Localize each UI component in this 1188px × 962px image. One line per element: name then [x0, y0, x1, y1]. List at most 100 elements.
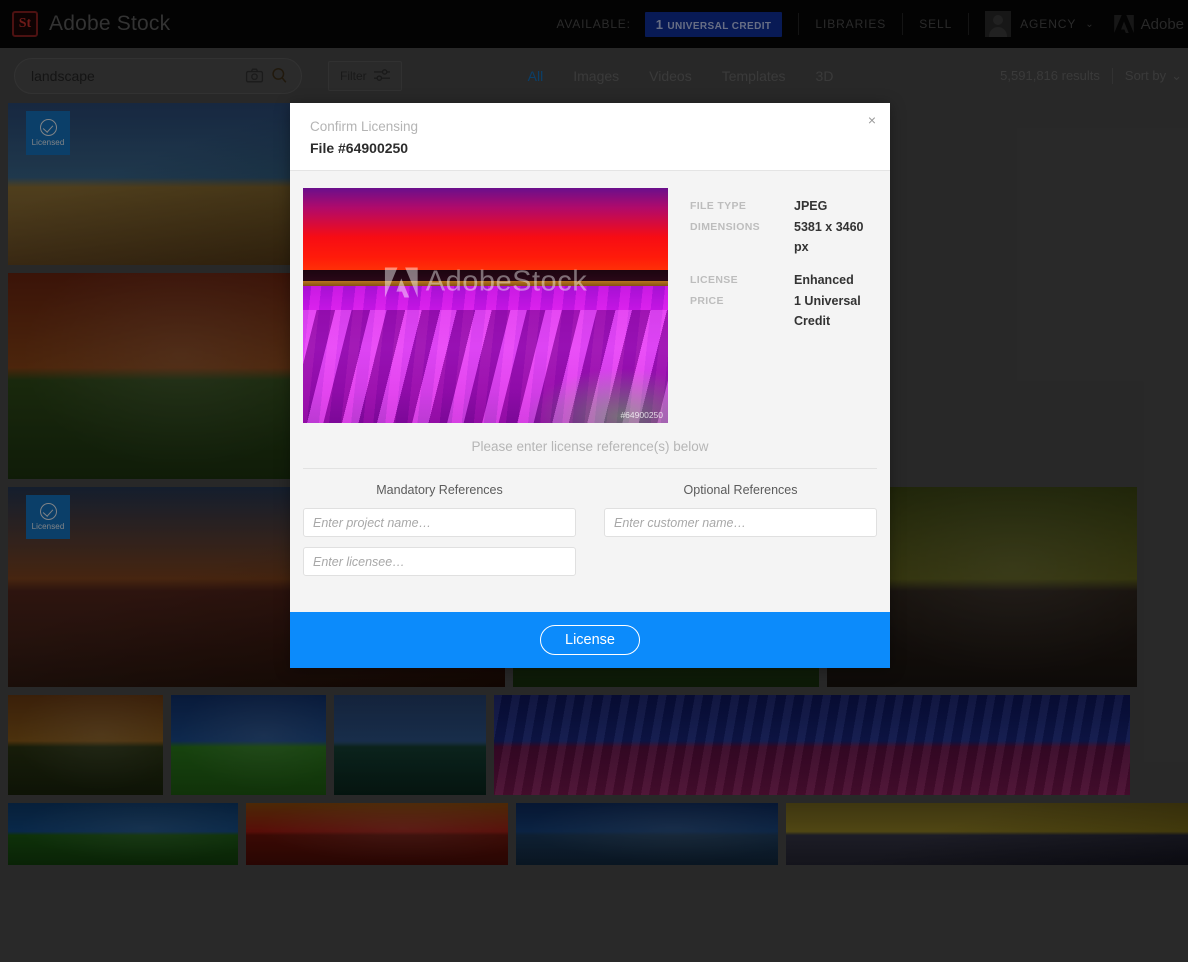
license-button[interactable]: License — [540, 625, 640, 655]
dialog-header: Confirm Licensing File #64900250 × — [290, 103, 890, 170]
results-count: 5,591,816 results — [1000, 68, 1100, 83]
available-label: AVAILABLE: — [556, 17, 631, 31]
metadata-value: JPEG — [794, 199, 828, 213]
search-input[interactable] — [31, 67, 239, 84]
adobe-wordmark: Adobe — [1140, 15, 1184, 33]
licensed-badge: Licensed — [26, 111, 70, 155]
mandatory-references-heading: Mandatory References — [376, 483, 503, 497]
brand-title: Adobe Stock — [49, 12, 171, 35]
metadata-spacer — [690, 258, 877, 270]
thumbnail-texture — [246, 803, 508, 865]
optional-references-column: Optional References — [604, 483, 877, 586]
preview-file-id: #64900250 — [620, 410, 663, 420]
metadata-row: FILE TYPE JPEG — [690, 196, 877, 216]
close-icon[interactable]: × — [861, 109, 883, 131]
content-type-tabs: All Images Videos Templates 3D — [528, 68, 834, 84]
metadata-value: 5381 x 3460 px — [794, 220, 864, 254]
tab-videos[interactable]: Videos — [649, 68, 692, 84]
account-menu[interactable]: AGENCY ⌄ — [985, 11, 1094, 37]
results-divider — [1111, 67, 1113, 84]
grid-thumbnail[interactable] — [334, 695, 486, 795]
grid-row — [0, 803, 1188, 865]
chevron-down-icon: ⌄ — [1171, 67, 1182, 83]
thumbnail-texture — [8, 273, 296, 479]
metadata-key: LICENSE — [690, 274, 738, 286]
camera-search-icon[interactable] — [245, 66, 264, 85]
chevron-down-icon: ⌄ — [1085, 18, 1094, 30]
results-summary: 5,591,816 results Sort by ⌄ — [1000, 67, 1188, 84]
licensed-badge: Licensed — [26, 495, 70, 539]
search-toolbar: Filter All Images Videos Templates 3D 5,591,… — [0, 48, 1188, 103]
filter-label: Filter — [340, 68, 367, 83]
tab-all[interactable]: All — [528, 68, 544, 84]
customer-name-input[interactable] — [604, 508, 877, 537]
asset-summary: AdobeStock #64900250 FILE TYPE JPEG DIMENS… — [290, 188, 890, 423]
grid-thumbnail[interactable] — [8, 803, 238, 865]
metadata-key: DIMENSIONS — [690, 221, 761, 233]
grid-thumbnail[interactable] — [494, 695, 1130, 795]
watermark-text: AdobeStock — [425, 265, 588, 298]
credit-count: 1 — [655, 16, 664, 32]
global-header: St Adobe Stock AVAILABLE: 1 UNIVERSAL CR… — [0, 0, 1188, 48]
watermark: AdobeStock — [384, 266, 587, 299]
header-right-cluster: AVAILABLE: 1 UNIVERSAL CREDIT LIBRARIES … — [556, 0, 1188, 48]
thumbnail-texture — [516, 803, 778, 865]
adobe-stock-logo-icon: St — [12, 11, 38, 37]
dialog-subtitle: Confirm Licensing — [310, 119, 419, 134]
metadata-key: FILE TYPE — [690, 200, 747, 212]
optional-references-heading: Optional References — [683, 483, 798, 497]
metadata-row: PRICE 1 Universal Credit — [690, 291, 877, 331]
licensed-badge-label: Licensed — [31, 138, 65, 147]
filter-button[interactable]: Filter — [328, 60, 402, 91]
avatar — [985, 11, 1012, 37]
brand-area[interactable]: St Adobe Stock — [0, 11, 170, 37]
dialog-footer: License — [290, 612, 890, 668]
reference-note: Please enter license reference(s) below — [471, 439, 709, 454]
credit-label: UNIVERSAL CREDIT — [667, 20, 772, 32]
confirm-licensing-dialog: Confirm Licensing File #64900250 × Adobe… — [290, 103, 890, 668]
adobe-logo-icon — [384, 267, 418, 297]
sliders-icon — [373, 69, 390, 81]
grid-row — [0, 695, 1188, 795]
nav-libraries[interactable]: LIBRARIES — [815, 17, 886, 31]
grid-thumbnail[interactable] — [8, 695, 163, 795]
check-circle-icon — [39, 119, 57, 136]
sort-by-dropdown[interactable]: Sort by ⌄ — [1125, 68, 1182, 84]
search-icon[interactable] — [270, 66, 289, 85]
header-divider — [798, 13, 800, 35]
header-divider — [968, 13, 970, 35]
tab-3d[interactable]: 3D — [816, 68, 834, 84]
thumbnail-texture — [171, 695, 326, 795]
metadata-row: DIMENSIONS 5381 x 3460 px — [690, 217, 877, 257]
grid-thumbnail[interactable] — [786, 803, 1188, 865]
check-circle-icon — [39, 503, 57, 520]
licensed-badge-label: Licensed — [31, 522, 65, 531]
thumbnail-texture — [334, 695, 486, 795]
dialog-body: AdobeStock #64900250 FILE TYPE JPEG DIMENS… — [290, 170, 890, 612]
mandatory-references-column: Mandatory References — [303, 483, 576, 586]
reference-fields: Mandatory References Optional References — [290, 469, 890, 586]
metadata-row: LICENSE Enhanced — [690, 270, 877, 290]
adobe-logo-icon — [1113, 15, 1134, 33]
grid-thumbnail[interactable] — [246, 803, 508, 865]
account-label: AGENCY — [1020, 17, 1077, 31]
grid-thumbnail[interactable] — [171, 695, 326, 795]
metadata-value: 1 Universal Credit — [794, 294, 861, 328]
tab-templates[interactable]: Templates — [722, 68, 786, 84]
grid-thumbnail[interactable] — [516, 803, 778, 865]
thumbnail-texture — [494, 695, 1130, 795]
grid-thumbnail[interactable]: Licensed — [8, 103, 296, 265]
grid-thumbnail[interactable] — [8, 273, 296, 479]
adobe-home-link[interactable]: Adobe — [1113, 15, 1188, 33]
universal-credit-badge[interactable]: 1 UNIVERSAL CREDIT — [644, 11, 783, 37]
search-box[interactable] — [14, 57, 302, 94]
licensee-input[interactable] — [303, 547, 576, 576]
metadata-key: PRICE — [690, 295, 724, 307]
metadata-value: Enhanced — [794, 273, 854, 287]
tab-images[interactable]: Images — [573, 68, 619, 84]
preview-sky — [303, 188, 668, 278]
nav-sell[interactable]: SELL — [919, 17, 952, 31]
project-name-input[interactable] — [303, 508, 576, 537]
sort-by-label: Sort by — [1124, 68, 1167, 83]
